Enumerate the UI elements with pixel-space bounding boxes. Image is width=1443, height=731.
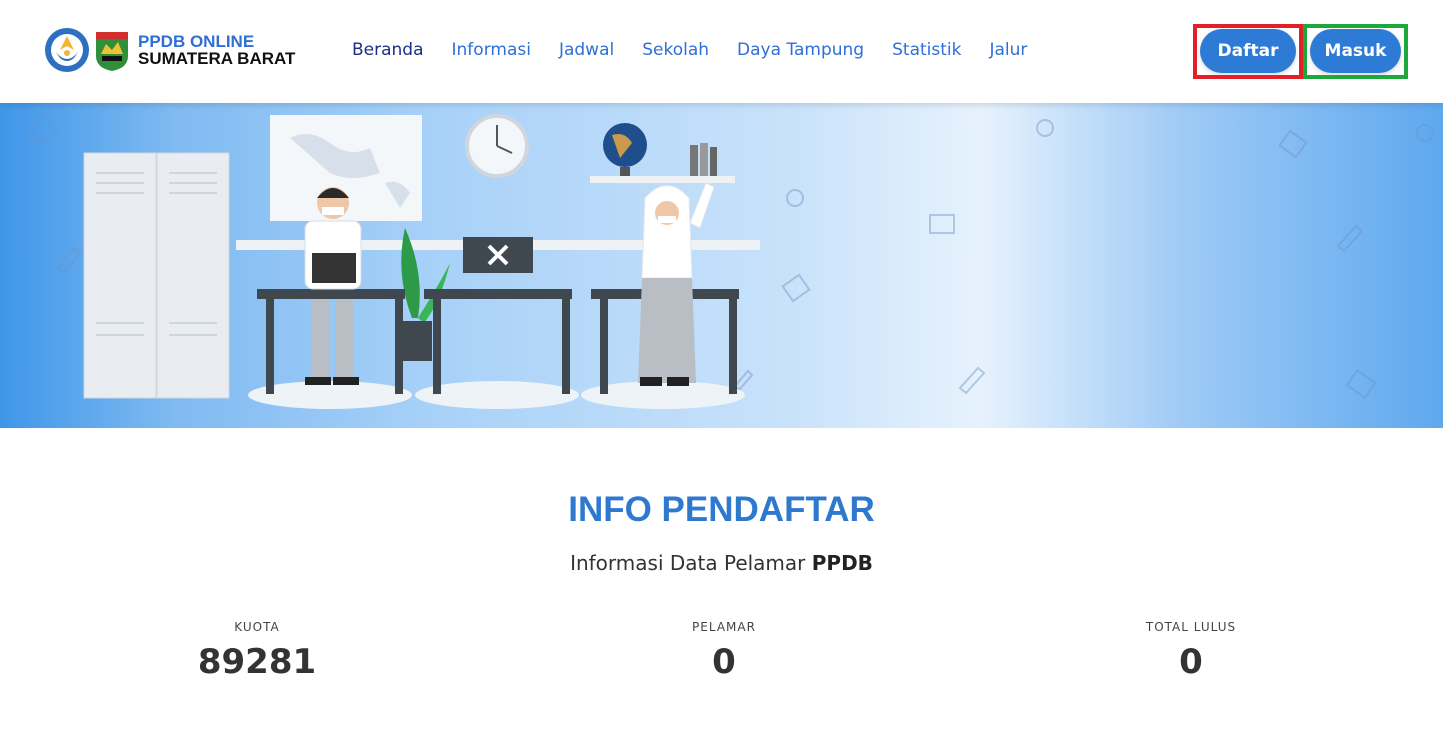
book-icon [27,115,57,145]
stat-label: KUOTA [234,620,280,634]
nav-sekolah[interactable]: Sekolah [642,40,709,60]
trophy-icon [1036,119,1054,137]
pencil-icon [1336,224,1364,253]
book-icon [781,273,811,303]
brand-title: PPDB ONLINE [138,32,255,51]
info-title: INFO PENDAFTAR [568,490,875,529]
pencil-icon [733,369,754,392]
stat-label: TOTAL LULUS [1145,620,1237,634]
tut-wuri-handayani-logo [45,28,89,72]
brand-subtitle: SUMATERA BARAT [138,49,296,68]
nav-statistik[interactable]: Statistik [892,40,961,60]
book-icon [1345,368,1377,400]
login-button[interactable]: Masuk [1310,29,1401,73]
stat-value: 0 [712,642,736,682]
stat-kuota: KUOTA 89281 [137,620,377,682]
nav-jalur[interactable]: Jalur [989,40,1027,60]
pencil-icon [56,246,82,275]
register-button[interactable]: Daftar [1200,29,1296,73]
classroom-illustration [27,114,1434,409]
book-icon [929,214,955,234]
nav-informasi[interactable]: Informasi [452,40,531,60]
stat-pelamar: PELAMAR 0 [604,620,844,682]
stat-total-lulus: TOTAL LULUS 0 [1071,620,1311,682]
stat-value: 0 [1179,642,1203,682]
site-header: PPDB ONLINE SUMATERA BARAT Beranda Infor… [0,0,1443,103]
trophy-icon [1416,124,1434,142]
book-icon [1278,129,1308,159]
info-subtitle-text: Informasi Data Pelamar [570,551,806,575]
nav-daya-tampung[interactable]: Daya Tampung [737,40,864,60]
sumatera-barat-crest [96,32,128,71]
hero-banner [0,103,1443,428]
info-subtitle-bold: PPDB [811,551,873,575]
main-nav: Beranda Informasi Jadwal Sekolah Daya Ta… [352,40,1055,60]
trophy-icon [786,189,804,207]
pencil-icon [958,366,986,395]
info-subtitle: Informasi Data Pelamar PPDB [0,551,1443,575]
nav-beranda[interactable]: Beranda [352,40,424,60]
stat-value: 89281 [197,642,317,682]
site-logo[interactable]: PPDB ONLINE SUMATERA BARAT [44,26,295,74]
nav-jadwal[interactable]: Jadwal [559,40,614,60]
stat-label: PELAMAR [692,620,756,634]
